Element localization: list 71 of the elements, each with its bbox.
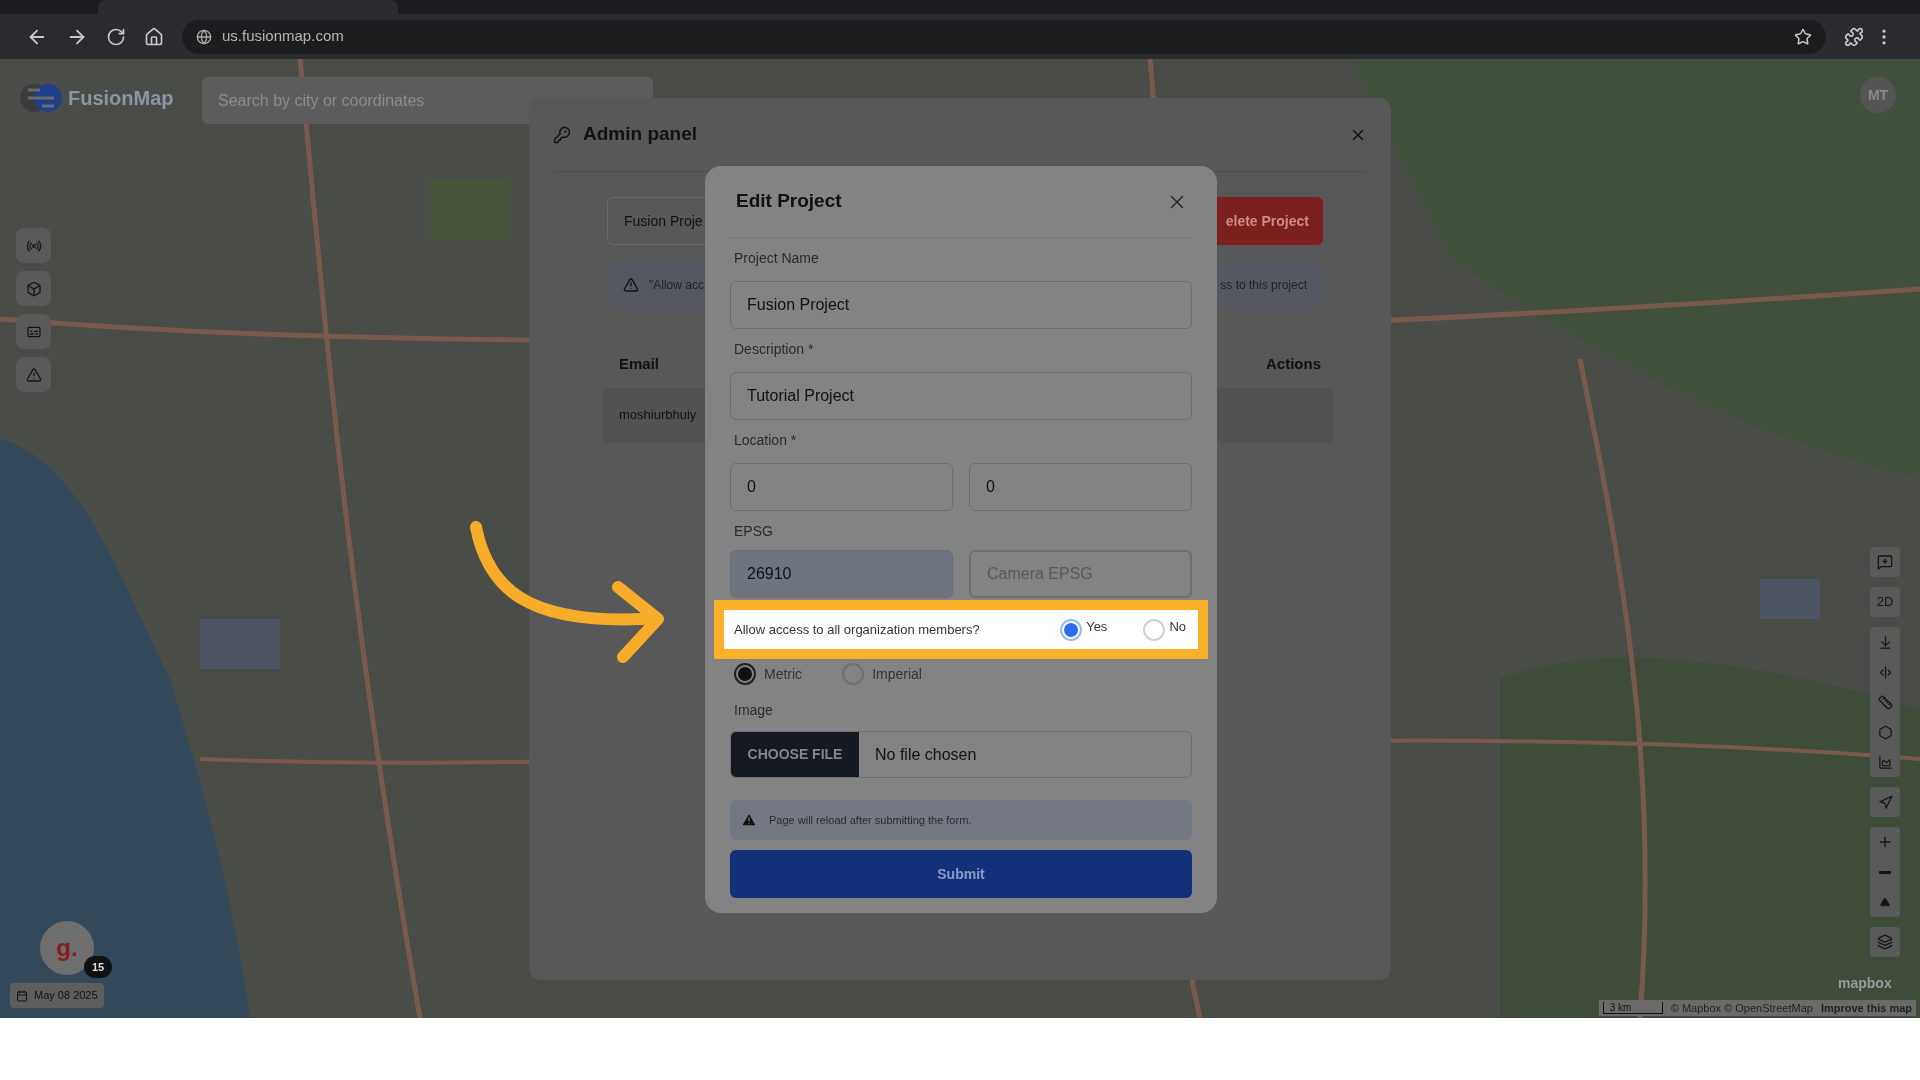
radio-label: Metric — [764, 664, 803, 684]
plus-icon — [1877, 834, 1893, 850]
field-label: Image — [733, 701, 774, 720]
text-field[interactable]: Fusion Project — [730, 281, 1192, 329]
calendar-icon — [16, 989, 28, 1002]
radio-label: No — [1169, 617, 1186, 636]
coordinate-field[interactable]: 0 — [730, 463, 953, 511]
field-label: Description * — [733, 340, 815, 359]
url-text: us.fusionmap.com — [222, 26, 344, 47]
column-header: Email — [619, 354, 660, 374]
layers-button[interactable] — [1870, 927, 1900, 957]
key-icon — [553, 125, 571, 144]
access-question: Allow access to all organization members? — [734, 620, 980, 639]
split-icon — [1877, 664, 1893, 680]
area-chart-icon — [1877, 754, 1893, 770]
scale-bar: 3 km — [1602, 1001, 1663, 1014]
warning-icon — [623, 276, 639, 293]
panel-title: Admin panel — [583, 122, 697, 147]
epsg-field[interactable]: 26910 — [730, 550, 953, 598]
choose-file-button[interactable]: CHOOSE FILE — [731, 732, 859, 777]
notice-text: "Allow acc — [649, 276, 704, 294]
extensions-icon[interactable] — [1844, 26, 1864, 47]
layers-icon — [1877, 934, 1893, 950]
reload-icon[interactable] — [106, 26, 126, 47]
download-button[interactable] — [1870, 627, 1900, 657]
field-label: Project Name — [733, 249, 820, 268]
coordinate-field[interactable]: 0 — [969, 463, 1192, 511]
dialog-title: Edit Project — [736, 189, 842, 214]
logo-text: FusionMap — [68, 86, 174, 111]
polygon-icon — [1877, 724, 1893, 740]
file-status: No file chosen — [874, 744, 977, 765]
cube-scan-button[interactable] — [16, 271, 51, 306]
antenna-button[interactable] — [16, 228, 51, 263]
date-text: May 08 2025 — [34, 988, 98, 1004]
radio-button[interactable] — [1060, 618, 1083, 641]
file-input[interactable]: CHOOSE FILE No file chosen — [730, 731, 1192, 778]
radio-label: Imperial — [872, 664, 922, 684]
zoom-in-button[interactable] — [1870, 827, 1900, 857]
chat-button[interactable] — [1870, 547, 1900, 577]
radio-label: Yes — [1086, 617, 1108, 636]
warning-icon — [741, 812, 757, 828]
bookmark-star-icon[interactable] — [1794, 27, 1812, 46]
cube-icon — [25, 280, 42, 297]
notice-text: Page will reload after submitting the form. — [769, 812, 972, 828]
radio-button[interactable] — [734, 663, 756, 685]
warning-button[interactable] — [16, 357, 51, 392]
address-bar[interactable]: us.fusionmap.com — [182, 19, 1826, 54]
message-button[interactable] — [16, 314, 51, 349]
navigation-arrow-icon — [1877, 794, 1893, 810]
view-mode-button[interactable]: 2D — [1870, 587, 1900, 617]
field-label: Location * — [733, 431, 798, 450]
home-icon[interactable] — [144, 26, 164, 47]
date-chip[interactable]: May 08 2025 — [10, 983, 104, 1008]
notice-text: ss to this project — [1220, 276, 1307, 294]
site-info-icon[interactable] — [196, 28, 212, 45]
chat-icon — [1877, 554, 1893, 570]
compass-icon — [1880, 897, 1890, 907]
improve-map-link[interactable]: Improve this map — [1820, 999, 1912, 1016]
warning-icon — [25, 366, 42, 383]
ruler-icon — [1877, 694, 1893, 710]
minus-icon — [1879, 870, 1891, 874]
submit-button[interactable]: Submit — [730, 850, 1192, 898]
mapbox-logo: mapbox — [1838, 974, 1892, 993]
chart-button[interactable] — [1870, 747, 1900, 777]
text-field[interactable]: Tutorial Project — [730, 372, 1192, 420]
attribution-text: © Mapbox © OpenStreetMap — [1670, 1000, 1813, 1016]
field-label: EPSG — [733, 522, 774, 541]
locate-button[interactable] — [1870, 787, 1900, 817]
compass-button[interactable] — [1870, 887, 1900, 917]
table-cell-text: moshiurbhuiy — [619, 406, 697, 425]
column-header: Actions — [1266, 354, 1321, 374]
